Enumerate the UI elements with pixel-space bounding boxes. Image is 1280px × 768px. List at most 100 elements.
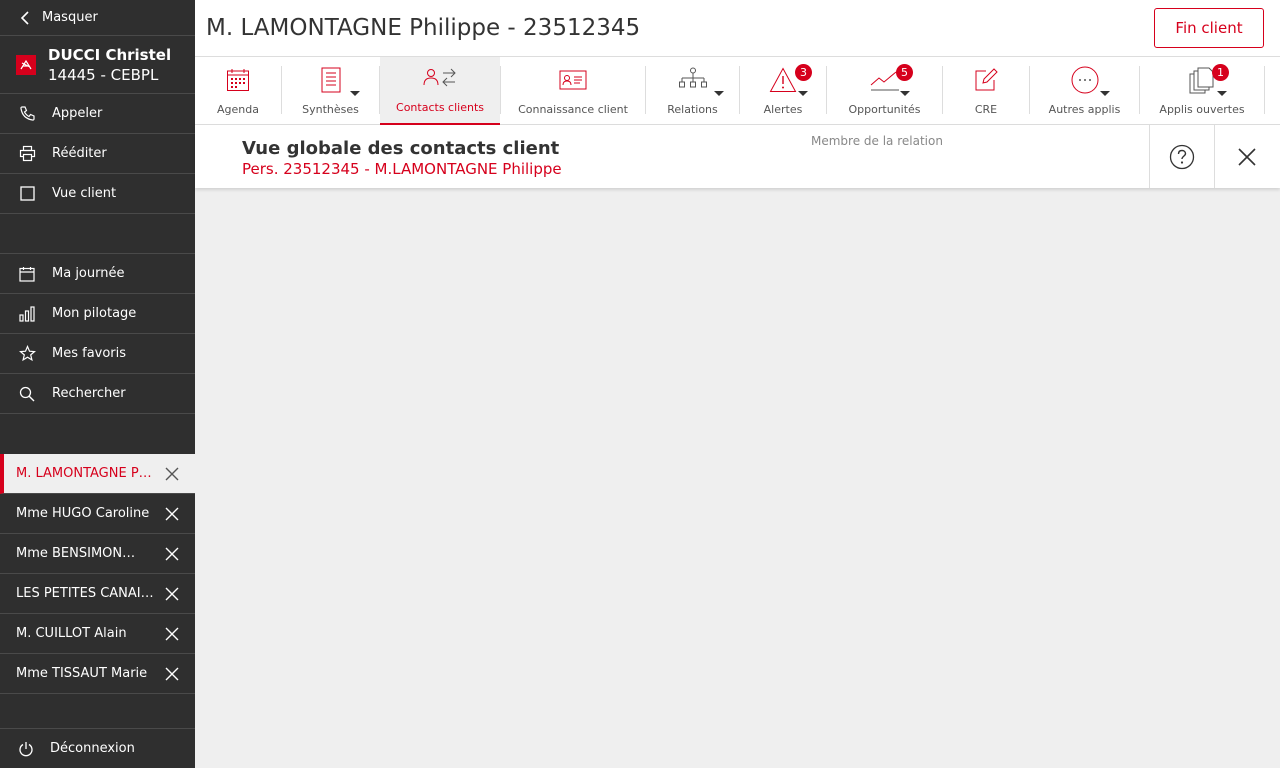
chevron-left-icon	[20, 10, 29, 25]
close-panel-button[interactable]	[1214, 125, 1279, 188]
contacts-overview-panel: Vue globale des contacts client Pers. 23…	[195, 125, 1280, 188]
square-icon	[18, 185, 36, 203]
document-icon	[321, 63, 341, 97]
client-tab[interactable]: M. CUILLOT Alain	[0, 614, 195, 654]
chevron-down-icon	[900, 91, 910, 96]
chevron-down-icon	[798, 91, 808, 96]
toolbar-cre-label: CRE	[974, 103, 998, 116]
client-tab-label: M. LAMONTAGNE Philippe	[16, 466, 156, 481]
close-icon[interactable]	[165, 547, 179, 561]
user-name: DUCCI Christel	[48, 45, 172, 64]
user-agency: 14445 - CEBPL	[48, 65, 159, 84]
end-client-button[interactable]: Fin client	[1154, 8, 1264, 48]
help-button[interactable]	[1149, 125, 1214, 188]
bar-chart-icon	[18, 305, 36, 323]
relation-member-label: Membre de la relation	[811, 134, 943, 148]
call-label: Appeler	[52, 106, 103, 121]
client-tab[interactable]: LES PETITES CANAILLES	[0, 574, 195, 614]
contacts-exchange-icon	[423, 61, 457, 95]
org-chart-icon	[678, 63, 707, 97]
toolbar-contacts-clients-label: Contacts clients	[396, 101, 484, 114]
toolbar-other-apps[interactable]: Autres applis	[1030, 57, 1139, 125]
client-tab[interactable]: M. LAMONTAGNE Philippe	[0, 454, 195, 494]
page-title: M. LAMONTAGNE Philippe - 23512345	[206, 15, 641, 41]
chevron-down-icon	[1217, 91, 1227, 96]
client-tab[interactable]: Mme BENSIMON Laurence	[0, 534, 195, 574]
logout-label: Déconnexion	[50, 741, 135, 756]
logout-button[interactable]: Déconnexion	[0, 728, 195, 768]
trend-line-icon	[870, 63, 900, 97]
my-dashboard-label: Mon pilotage	[52, 306, 137, 321]
client-tab-label: LES PETITES CANAILLES	[16, 586, 156, 601]
panel-subtitle: Pers. 23512345 - M.LAMONTAGNE Philippe	[242, 160, 562, 178]
client-tab-label: M. CUILLOT Alain	[16, 626, 127, 641]
star-icon	[18, 345, 36, 363]
toolbar-opportunities[interactable]: 5 Opportunités	[827, 57, 942, 125]
reprint-button[interactable]: Rééditer	[0, 134, 195, 174]
chevron-down-icon	[350, 91, 360, 96]
chevron-down-icon	[1100, 91, 1110, 96]
user-block: DUCCI Christel 14445 - CEBPL	[0, 36, 195, 94]
toolbar-alerts-label: Alertes	[763, 103, 803, 116]
bank-logo	[16, 54, 36, 75]
toolbar-agenda-label: Agenda	[217, 103, 259, 116]
sidebar-spacer	[0, 214, 195, 254]
close-icon[interactable]	[165, 667, 179, 681]
toolbar-open-apps[interactable]: 1 Applis ouvertes	[1140, 57, 1264, 125]
toolbar-agenda[interactable]: Agenda	[195, 57, 281, 125]
client-tab-label: Mme HUGO Caroline	[16, 506, 150, 521]
toolbar-relations[interactable]: Relations	[646, 57, 739, 125]
toolbar-syntheses-label: Synthèses	[302, 103, 359, 116]
sidebar: Masquer DUCCI Christel 14445 - CEBPL App…	[0, 0, 195, 768]
client-view-button[interactable]: Vue client	[0, 174, 195, 214]
calendar-icon	[18, 265, 36, 283]
alerts-badge: 3	[795, 64, 812, 81]
reprint-label: Rééditer	[52, 146, 107, 161]
more-icon	[1071, 63, 1099, 97]
search-label: Rechercher	[52, 386, 126, 401]
chevron-down-icon	[714, 91, 724, 96]
toolbar-separator	[1264, 66, 1265, 114]
client-header: M. LAMONTAGNE Philippe - 23512345 Fin cl…	[195, 0, 1280, 57]
toolbar-relations-label: Relations	[667, 103, 718, 116]
my-day-label: Ma journée	[52, 266, 125, 281]
toolbar-cre[interactable]: CRE	[943, 57, 1029, 125]
client-tab[interactable]: Mme TISSAUT Marie	[0, 654, 195, 694]
calendar-grid-icon	[226, 63, 250, 97]
toolbar-syntheses[interactable]: Synthèses	[282, 57, 379, 125]
close-icon[interactable]	[165, 467, 179, 481]
toolbar-contacts-clients[interactable]: Contacts clients	[380, 57, 500, 125]
app-toolbar: Agenda Synthèses Contacts clients Connai…	[195, 57, 1280, 125]
toolbar-other-apps-label: Autres applis	[1048, 103, 1121, 116]
hide-sidebar-button[interactable]: Masquer	[0, 0, 195, 36]
warning-icon	[769, 63, 797, 97]
sidebar-item-my-day[interactable]: Ma journée	[0, 254, 195, 294]
sidebar-item-my-dashboard[interactable]: Mon pilotage	[0, 294, 195, 334]
favorites-label: Mes favoris	[52, 346, 127, 361]
close-icon[interactable]	[165, 507, 179, 521]
opportunities-badge: 5	[896, 64, 913, 81]
id-card-icon	[559, 63, 587, 97]
toolbar-alerts[interactable]: 3 Alertes	[740, 57, 826, 125]
help-icon	[1169, 144, 1195, 169]
toolbar-open-apps-label: Applis ouvertes	[1159, 103, 1245, 116]
sidebar-item-favorites[interactable]: Mes favoris	[0, 334, 195, 374]
client-tab[interactable]: Mme HUGO Caroline	[0, 494, 195, 534]
toolbar-client-knowledge-label: Connaissance client	[518, 103, 628, 116]
stacked-pages-icon	[1189, 63, 1215, 97]
power-icon	[18, 741, 34, 757]
client-tab-label: Mme BENSIMON Laurence	[16, 546, 136, 561]
close-icon	[1238, 147, 1256, 166]
toolbar-opportunities-label: Opportunités	[848, 103, 921, 116]
phone-icon	[18, 105, 36, 123]
hide-sidebar-label: Masquer	[42, 10, 98, 25]
close-icon[interactable]	[165, 587, 179, 601]
close-icon[interactable]	[165, 627, 179, 641]
sidebar-item-search[interactable]: Rechercher	[0, 374, 195, 414]
search-icon	[18, 385, 36, 403]
open-apps-badge: 1	[1212, 64, 1229, 81]
client-view-label: Vue client	[52, 186, 117, 201]
call-button[interactable]: Appeler	[0, 94, 195, 134]
panel-title: Vue globale des contacts client	[242, 138, 560, 159]
toolbar-client-knowledge[interactable]: Connaissance client	[501, 57, 645, 125]
